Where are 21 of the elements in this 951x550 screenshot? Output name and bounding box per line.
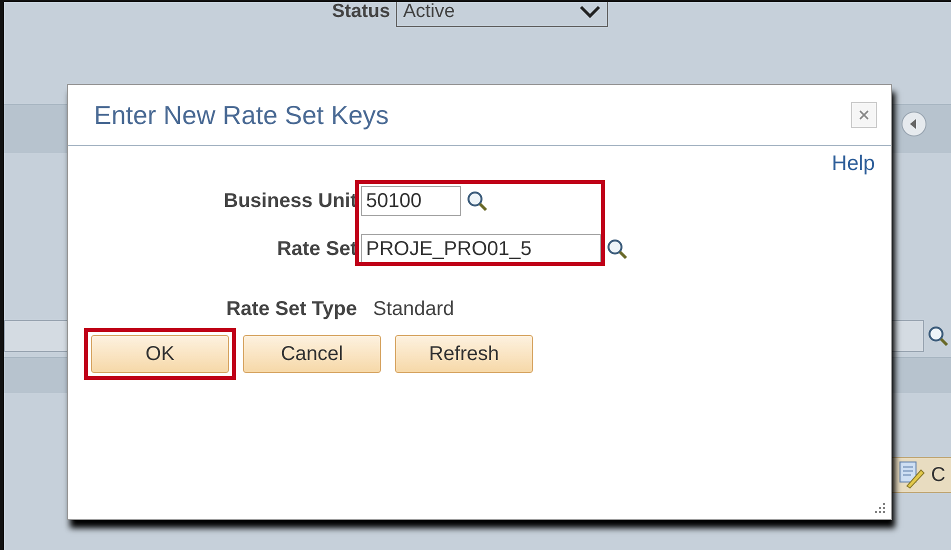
help-link[interactable]: Help — [832, 152, 875, 180]
field-value: Standard — [373, 298, 454, 320]
text-field[interactable]: PROJE_PRO01_5 — [361, 234, 601, 264]
field-label: Business Unit — [222, 190, 358, 212]
dialog-button[interactable]: OK — [91, 335, 229, 373]
dialog-button[interactable]: Cancel — [243, 335, 381, 373]
text-field[interactable]: 50100 — [361, 186, 461, 216]
status-label: Status — [332, 2, 390, 23]
dialog-button[interactable]: Refresh — [395, 335, 533, 373]
field-label: Rate Set Type — [225, 298, 358, 320]
chevron-icon — [579, 5, 602, 19]
resize-grip-icon[interactable] — [873, 501, 887, 515]
dialog-title: Enter New Rate Set Keys — [94, 100, 389, 130]
close-icon — [859, 110, 869, 120]
status-dropdown[interactable]: Active — [396, 2, 608, 27]
search-icon[interactable] — [605, 237, 629, 261]
search-icon[interactable] — [926, 324, 950, 348]
pencil-document-icon — [897, 460, 927, 490]
close-button[interactable] — [851, 102, 877, 128]
search-icon[interactable] — [465, 189, 489, 213]
field-label: Rate Set — [276, 238, 358, 260]
